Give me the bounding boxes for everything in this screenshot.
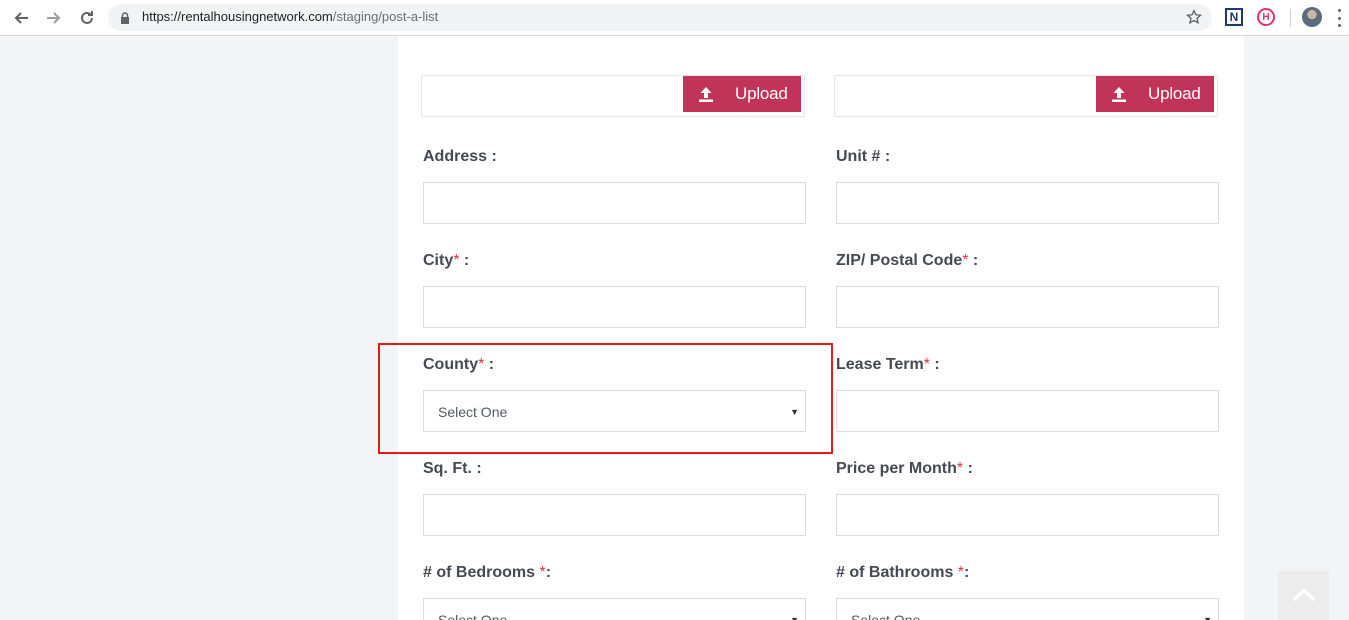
url-host: https://rentalhousingnetwork.com	[142, 9, 333, 24]
star-icon[interactable]	[1185, 9, 1203, 30]
back-arrow-icon[interactable]	[9, 6, 33, 30]
chevron-down-icon: ▼	[790, 407, 799, 417]
bathrooms-select[interactable]: Select One ▼	[836, 598, 1219, 620]
label-colon: :	[929, 356, 940, 373]
county-select-value: Select One	[438, 404, 508, 420]
browser-menu-icon[interactable]	[1337, 9, 1341, 27]
address-bar[interactable]: https://rentalhousingnetwork.com/staging…	[108, 4, 1212, 31]
lock-icon	[120, 11, 130, 29]
city-input[interactable]	[423, 286, 806, 328]
city-label-text: City	[423, 252, 454, 269]
lease-term-label-text: Lease Term	[836, 356, 924, 373]
url-path: /staging/post-a-list	[332, 9, 439, 24]
zip-label: ZIP/ Postal Code* :	[836, 252, 978, 270]
reload-icon[interactable]	[75, 6, 99, 30]
chevron-up-icon	[1292, 587, 1315, 602]
bedrooms-select-value: Select One	[438, 612, 508, 620]
price-input[interactable]	[836, 494, 1219, 536]
url-text: https://rentalhousingnetwork.com/staging…	[142, 9, 438, 24]
label-colon: :	[484, 356, 495, 373]
toolbar-divider	[1290, 9, 1291, 27]
county-select[interactable]: Select One ▼	[423, 390, 806, 432]
bathrooms-label-text: # of Bathrooms	[836, 564, 958, 581]
lease-term-label: Lease Term* :	[836, 356, 940, 374]
label-colon: :	[545, 564, 552, 581]
form-panel: Upload Upload Address : Unit # : City* :…	[398, 36, 1244, 620]
upload-button-right[interactable]: Upload	[1096, 76, 1214, 112]
chevron-down-icon: ▼	[790, 615, 799, 620]
forward-arrow-icon[interactable]	[42, 6, 66, 30]
upload-button-label: Upload	[735, 84, 788, 103]
sqft-label: Sq. Ft. :	[423, 460, 482, 477]
address-input[interactable]	[423, 182, 806, 224]
address-label: Address :	[423, 148, 497, 165]
unit-input[interactable]	[836, 182, 1219, 224]
county-label: County* :	[423, 356, 494, 374]
bedrooms-label: # of Bedrooms *:	[423, 564, 551, 582]
chevron-down-icon: ▼	[1203, 615, 1212, 620]
scroll-to-top-button[interactable]	[1278, 571, 1329, 620]
upload-button-label: Upload	[1148, 84, 1201, 103]
city-label: City* :	[423, 252, 469, 270]
lease-term-input[interactable]	[836, 390, 1219, 432]
bedrooms-label-text: # of Bedrooms	[423, 564, 540, 581]
profile-avatar[interactable]	[1302, 7, 1322, 27]
h-extension-icon[interactable]: H	[1257, 8, 1275, 26]
upload-button-left[interactable]: Upload	[683, 76, 801, 112]
bathrooms-label: # of Bathrooms *:	[836, 564, 969, 582]
zip-label-text: ZIP/ Postal Code	[836, 252, 963, 269]
zip-input[interactable]	[836, 286, 1219, 328]
bathrooms-select-value: Select One	[851, 612, 921, 620]
unit-label: Unit # :	[836, 148, 891, 165]
label-colon: :	[963, 460, 973, 477]
price-label: Price per Month* :	[836, 460, 973, 478]
n-extension-icon[interactable]: N	[1225, 8, 1243, 26]
browser-toolbar: https://rentalhousingnetwork.com/staging…	[0, 0, 1349, 36]
bedrooms-select[interactable]: Select One ▼	[423, 598, 806, 620]
sqft-input[interactable]	[423, 494, 806, 536]
upload-icon	[1112, 87, 1126, 102]
label-colon: :	[964, 564, 970, 581]
label-colon: :	[459, 252, 470, 269]
label-colon: :	[968, 252, 979, 269]
county-label-text: County	[423, 356, 479, 373]
upload-icon	[699, 87, 713, 102]
price-label-text: Price per Month	[836, 460, 957, 477]
